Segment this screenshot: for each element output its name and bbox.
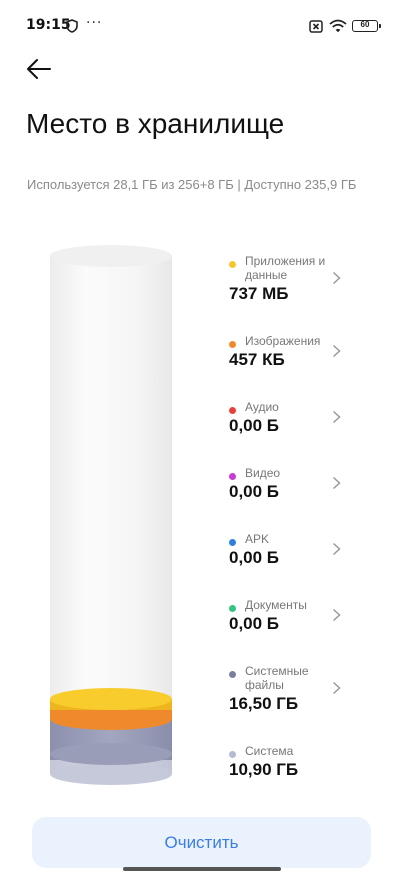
clear-button[interactable]: Очистить [32, 817, 371, 868]
battery-tip [379, 24, 381, 28]
battery-icon: 60 [352, 20, 381, 32]
category-dot [229, 341, 236, 348]
category-apk[interactable]: APK 0,00 Б [226, 530, 376, 586]
chevron-right-icon [332, 476, 341, 490]
sim-off-icon [309, 20, 323, 33]
category-label: Система [245, 744, 294, 758]
category-video[interactable]: Видео 0,00 Б [226, 464, 376, 520]
category-dot [229, 671, 236, 678]
battery-level: 60 [360, 20, 370, 29]
segment-images-bottom [50, 708, 172, 730]
segment-system-files-bottom [50, 743, 172, 765]
usage-summary: Используется 28,1 ГБ из 256+8 ГБ | Досту… [27, 177, 357, 192]
chevron-right-icon [332, 344, 341, 358]
category-label: Документы [245, 598, 307, 612]
category-dot [229, 473, 236, 480]
category-dot [229, 751, 236, 758]
chevron-right-icon [332, 410, 341, 424]
category-label: Изображения [245, 334, 321, 348]
chevron-right-icon [332, 681, 341, 695]
category-system: Система 10,90 ГБ [226, 742, 376, 798]
chevron-right-icon [332, 542, 341, 556]
category-label: Аудио [245, 400, 279, 414]
more-notifications-icon: ··· [86, 15, 103, 31]
category-size: 0,00 Б [229, 416, 280, 435]
category-size: 457 КБ [229, 350, 285, 369]
storage-cylinder-chart [50, 245, 172, 785]
page-title: Место в хранилище [26, 108, 285, 139]
cylinder-body [50, 256, 172, 764]
category-dot [229, 605, 236, 612]
category-apps[interactable]: Приложения и данные 737 МБ [226, 252, 376, 308]
shield-icon [66, 19, 78, 33]
category-label: Приложения и данные [245, 254, 326, 282]
category-system-files[interactable]: Системные файлы 16,50 ГБ [226, 662, 376, 718]
wifi-icon [329, 19, 347, 33]
segment-apps-top [50, 688, 172, 710]
category-label: Видео [245, 466, 281, 480]
category-images[interactable]: Изображения 457 КБ [226, 332, 376, 388]
status-time: 19:15 [26, 17, 71, 33]
chevron-right-icon [332, 271, 341, 285]
category-size: 737 МБ [229, 284, 289, 303]
chevron-right-icon [332, 608, 341, 622]
category-dot [229, 407, 236, 414]
status-bar: 19:15 ··· 60 [0, 0, 404, 44]
category-size: 10,90 ГБ [229, 760, 299, 779]
back-button[interactable] [24, 56, 54, 82]
category-label: APK [245, 532, 270, 546]
category-audio[interactable]: Аудио 0,00 Б [226, 398, 376, 454]
category-size: 0,00 Б [229, 482, 280, 501]
category-dot [229, 539, 236, 546]
cylinder-top [50, 245, 172, 267]
category-size: 0,00 Б [229, 548, 280, 567]
arrow-left-icon [27, 59, 51, 79]
category-size: 16,50 ГБ [229, 694, 299, 713]
category-label: Системные файлы [245, 664, 309, 692]
category-documents[interactable]: Документы 0,00 Б [226, 596, 376, 652]
category-dot [229, 261, 236, 268]
home-indicator [123, 867, 281, 871]
segment-system-bottom [50, 763, 172, 785]
category-size: 0,00 Б [229, 614, 280, 633]
